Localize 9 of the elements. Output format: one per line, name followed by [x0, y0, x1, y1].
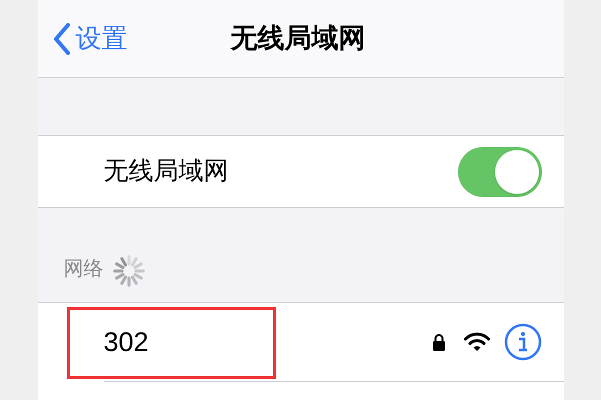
network-name: 302 [104, 326, 150, 359]
window-title: 无线局域网 [230, 22, 366, 56]
back-chevron-icon [52, 22, 72, 56]
info-icon[interactable] [504, 323, 542, 361]
wifi-toggle[interactable] [458, 146, 542, 196]
wifi-label: 无线局域网 [104, 156, 228, 187]
networks-header: 网络 [64, 257, 104, 282]
wifi-signal-icon [464, 332, 490, 352]
back-button[interactable]: 设置 [38, 19, 128, 58]
